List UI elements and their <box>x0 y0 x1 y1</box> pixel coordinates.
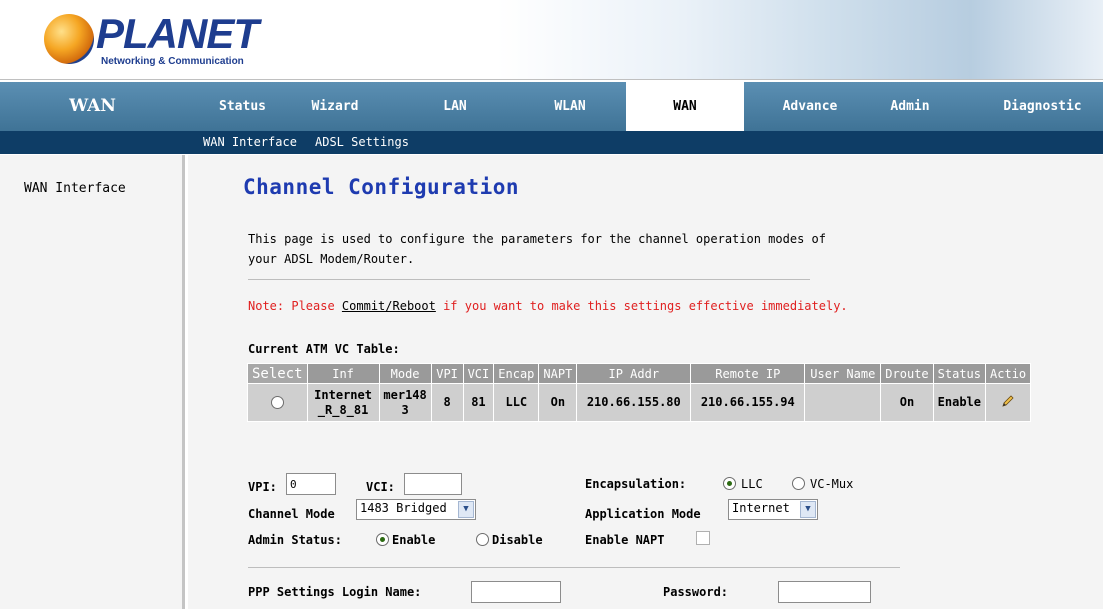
page-description: This page is used to configure the param… <box>248 232 826 266</box>
cell-droute: On <box>880 383 934 422</box>
col-napt: NAPT <box>538 363 578 384</box>
section-title: WAN <box>69 96 116 116</box>
channel-mode-select[interactable]: 1483 Bridged ▼ <box>356 499 476 520</box>
encapsulation-label: Encapsulation: <box>585 477 687 491</box>
nav-wizard[interactable]: Wizard <box>300 82 370 131</box>
nav-status[interactable]: Status <box>205 82 280 131</box>
col-remote-ip: Remote IP <box>690 363 806 384</box>
col-encap: Encap <box>493 363 540 384</box>
col-vci: VCI <box>462 363 495 384</box>
cell-ip-addr: 210.66.155.80 <box>576 383 692 422</box>
header: PLANET Networking & Communication <box>0 0 1103 80</box>
sidebar-item-wan-interface[interactable]: WAN Interface <box>24 181 126 196</box>
nav-advance[interactable]: Advance <box>770 82 850 131</box>
planet-logo[interactable]: PLANET Networking & Communication <box>44 10 259 70</box>
ppp-login-input[interactable] <box>471 581 561 603</box>
sub-nav: WAN Interface ADSL Settings <box>0 131 1103 154</box>
encap-llc-radio[interactable] <box>723 477 736 490</box>
vc-table-caption: Current ATM VC Table: <box>248 342 400 356</box>
cell-remote-ip: 210.66.155.94 <box>690 383 806 422</box>
nav-wlan[interactable]: WLAN <box>535 82 605 131</box>
cell-mode: mer1483 <box>378 383 432 422</box>
encap-llc-label: LLC <box>741 477 763 491</box>
admin-enable-radio[interactable] <box>376 533 389 546</box>
vci-label: VCI: <box>366 480 395 494</box>
application-mode-label: Application Mode <box>585 507 701 521</box>
subnav-wan-interface[interactable]: WAN Interface <box>203 131 297 154</box>
encap-vcmux-label: VC-Mux <box>810 477 854 491</box>
admin-disable-label: Disable <box>492 533 543 547</box>
cell-status: Enable <box>932 383 987 422</box>
nav-admin[interactable]: Admin <box>880 82 940 131</box>
col-ip-addr: IP Addr <box>576 363 692 384</box>
main-content: Channel Configuration This page is used … <box>188 155 1103 609</box>
chevron-down-icon: ▼ <box>800 501 816 518</box>
password-label: Password: <box>663 585 729 599</box>
atm-vc-table: Select Inf Mode VPI VCI Encap NAPT IP Ad… <box>247 363 1032 422</box>
cell-napt: On <box>538 383 578 422</box>
col-action: Actio <box>985 363 1032 384</box>
divider <box>248 567 900 568</box>
ppp-login-label: PPP Settings Login Name: <box>248 585 422 599</box>
col-status: Status <box>932 363 987 384</box>
application-mode-value: Internet <box>732 501 790 515</box>
divider <box>248 279 810 280</box>
note-prefix: Note: Please <box>248 299 342 313</box>
nav-diagnostic[interactable]: Diagnostic <box>990 82 1095 131</box>
row-select <box>247 383 308 422</box>
nav-wan[interactable]: WAN <box>626 82 744 131</box>
note-suffix: if you want to make this settings effect… <box>435 299 848 313</box>
cell-vci: 81 <box>462 383 495 422</box>
col-inf: Inf <box>306 363 380 384</box>
col-mode: Mode <box>378 363 432 384</box>
edit-pencil-icon[interactable] <box>1001 394 1015 408</box>
enable-napt-checkbox[interactable] <box>696 531 710 545</box>
logo-word: PLANET <box>96 10 259 57</box>
enable-napt-label: Enable NAPT <box>585 533 665 547</box>
table-header-row: Select Inf Mode VPI VCI Encap NAPT IP Ad… <box>247 363 1032 384</box>
channel-mode-label: Channel Mode <box>248 507 335 521</box>
sub-nav-left <box>0 131 185 154</box>
col-user-name: User Name <box>804 363 882 384</box>
admin-status-label: Admin Status: <box>248 533 342 547</box>
cell-user-name <box>804 383 882 422</box>
admin-enable-label: Enable <box>392 533 436 547</box>
cell-encap: LLC <box>493 383 540 422</box>
logo-tagline: Networking & Communication <box>101 56 244 67</box>
application-mode-select[interactable]: Internet ▼ <box>728 499 818 520</box>
page-title: Channel Configuration <box>243 175 520 199</box>
note-text: Note: Please Commit/Reboot if you want t… <box>248 299 848 313</box>
chevron-down-icon: ▼ <box>458 501 474 518</box>
cell-inf: Internet_R_8_81 <box>306 383 380 422</box>
channel-mode-value: 1483 Bridged <box>360 501 447 515</box>
col-select: Select <box>247 363 308 384</box>
vci-input[interactable] <box>404 473 462 495</box>
subnav-adsl-settings[interactable]: ADSL Settings <box>315 131 409 154</box>
nav-lan[interactable]: LAN <box>425 82 485 131</box>
sidebar: WAN Interface <box>0 155 185 609</box>
col-droute: Droute <box>880 363 934 384</box>
password-input[interactable] <box>778 581 871 603</box>
main-nav: WAN Status Wizard LAN WLAN WAN Advance A… <box>0 82 1103 131</box>
table-row: Internet_R_8_81 mer1483 8 81 LLC On 210.… <box>247 383 1032 422</box>
commit-reboot-link[interactable]: Commit/Reboot <box>342 299 436 313</box>
vpi-input[interactable] <box>286 473 336 495</box>
admin-disable-radio[interactable] <box>476 533 489 546</box>
vpi-label: VPI: <box>248 480 277 494</box>
col-vpi: VPI <box>430 363 464 384</box>
encap-vcmux-radio[interactable] <box>792 477 805 490</box>
cell-vpi: 8 <box>430 383 464 422</box>
globe-icon <box>44 14 94 64</box>
cell-action <box>985 383 1032 422</box>
row-select-radio[interactable] <box>270 396 284 409</box>
